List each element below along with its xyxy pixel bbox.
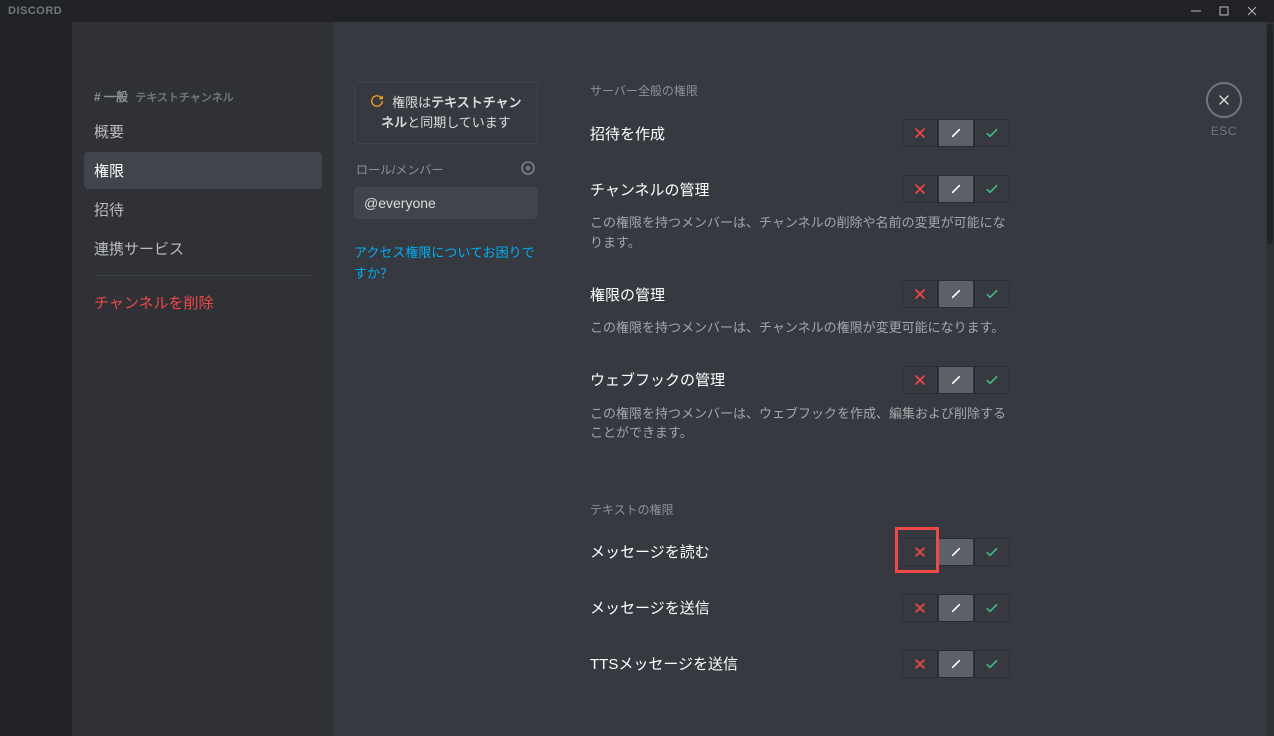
toggle-allow[interactable]: [974, 175, 1010, 203]
add-role-button[interactable]: [520, 160, 536, 179]
toggle-passthrough[interactable]: [938, 119, 974, 147]
perm-send-messages: メッセージを送信: [590, 594, 1010, 622]
permissions-help-link[interactable]: アクセス権限についてお困りですか？: [354, 243, 538, 285]
toggle-allow[interactable]: [974, 594, 1010, 622]
window-minimize-button[interactable]: [1182, 0, 1210, 22]
permission-sync-notice: 権限はテキストチャンネルと同期しています: [354, 82, 538, 144]
scrollbar-thumb[interactable]: [1267, 24, 1273, 244]
toggle-allow[interactable]: [974, 119, 1010, 147]
sidebar-item-permissions[interactable]: 権限: [84, 152, 322, 189]
sidebar-separator: [94, 275, 312, 276]
perm-create-invite: 招待を作成: [590, 119, 1010, 147]
close-settings-label: ESC: [1206, 124, 1242, 138]
sidebar-item-overview[interactable]: 概要: [84, 113, 322, 150]
toggle-deny[interactable]: [902, 366, 938, 394]
toggle-deny[interactable]: [902, 594, 938, 622]
perm-read-messages: メッセージを読む: [590, 538, 1010, 566]
roles-members-label: ロール/メンバー: [356, 161, 443, 178]
role-item-everyone[interactable]: @everyone: [354, 187, 538, 219]
toggle-send-messages: [902, 594, 1010, 622]
toggle-passthrough[interactable]: [938, 594, 974, 622]
window-maximize-button[interactable]: [1210, 0, 1238, 22]
settings-content: 権限はテキストチャンネルと同期しています ロール/メンバー @everyone …: [334, 22, 1274, 736]
sidebar-item-integrations[interactable]: 連携サービス: [84, 230, 322, 267]
section-server-permissions: サーバー全般の権限: [590, 82, 1010, 99]
toggle-deny[interactable]: [902, 280, 938, 308]
toggle-manage-channel: [902, 175, 1010, 203]
toggle-passthrough[interactable]: [938, 538, 974, 566]
perm-manage-permissions: 権限の管理 この権限を持つメンバーは、チャンネルの権限が変更可能になります。: [590, 280, 1010, 338]
scrollbar[interactable]: [1266, 22, 1274, 736]
toggle-passthrough[interactable]: [938, 280, 974, 308]
toggle-manage-webhooks: [902, 366, 1010, 394]
sync-icon: [370, 94, 384, 114]
close-settings-area: ESC: [1206, 82, 1242, 138]
perm-send-tts: TTSメッセージを送信: [590, 650, 1010, 678]
roles-column: 権限はテキストチャンネルと同期しています ロール/メンバー @everyone …: [334, 22, 550, 736]
toggle-deny[interactable]: [902, 538, 938, 566]
toggle-read-messages: [902, 538, 1010, 566]
permissions-list: サーバー全般の権限 招待を作成 チャンネルの管理: [550, 22, 1050, 736]
toggle-send-tts: [902, 650, 1010, 678]
sidebar-channel-header: # 一般 テキストチャンネル: [84, 82, 322, 111]
perm-manage-channel: チャンネルの管理 この権限を持つメンバーは、チャンネルの削除や名前の変更が可能に…: [590, 175, 1010, 252]
toggle-allow[interactable]: [974, 280, 1010, 308]
brand-wordmark: DISCORD: [8, 5, 62, 17]
toggle-manage-permissions: [902, 280, 1010, 308]
toggle-passthrough[interactable]: [938, 650, 974, 678]
settings-sidebar: # 一般 テキストチャンネル 概要 権限 招待 連携サービス チャンネルを削除: [72, 22, 334, 736]
window-close-button[interactable]: [1238, 0, 1266, 22]
toggle-passthrough[interactable]: [938, 175, 974, 203]
toggle-passthrough[interactable]: [938, 366, 974, 394]
toggle-create-invite: [902, 119, 1010, 147]
section-text-permissions: テキストの権限: [590, 501, 1010, 518]
sidebar-item-invites[interactable]: 招待: [84, 191, 322, 228]
close-settings-button[interactable]: [1206, 82, 1242, 118]
sidebar-item-delete-channel[interactable]: チャンネルを削除: [84, 284, 322, 321]
toggle-deny[interactable]: [902, 119, 938, 147]
toggle-allow[interactable]: [974, 538, 1010, 566]
server-rail: [0, 22, 72, 736]
toggle-allow[interactable]: [974, 650, 1010, 678]
perm-manage-webhooks: ウェブフックの管理 この権限を持つメンバーは、ウェブフックを作成、編集および削除…: [590, 366, 1010, 443]
titlebar: DISCORD: [0, 0, 1274, 22]
toggle-deny[interactable]: [902, 650, 938, 678]
toggle-allow[interactable]: [974, 366, 1010, 394]
toggle-deny[interactable]: [902, 175, 938, 203]
